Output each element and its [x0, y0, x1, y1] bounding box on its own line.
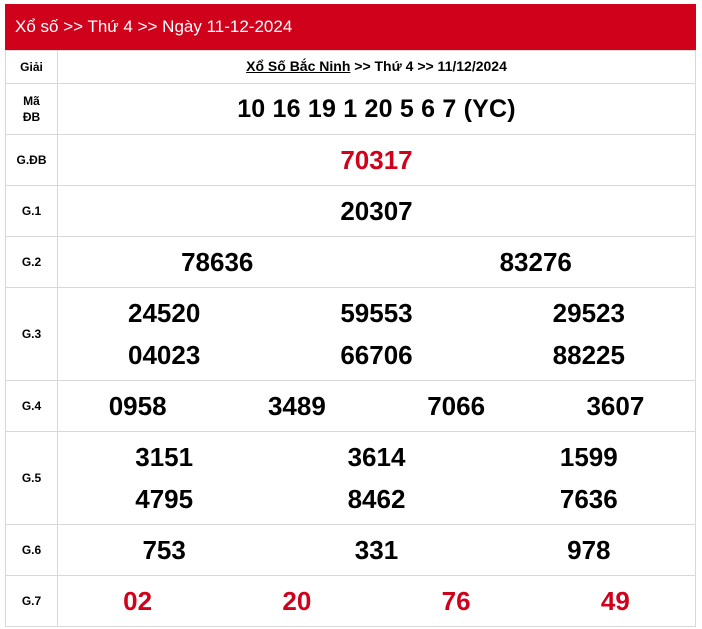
table-row-g7: G.7 02 20 76 49	[5, 575, 696, 627]
prize-number: 978	[567, 535, 611, 565]
prize-number: 88225	[552, 340, 625, 370]
prize-label-gdb: G.ĐB	[5, 134, 58, 186]
prize-number: 3614	[347, 442, 406, 472]
prize-number: 29523	[552, 298, 625, 328]
table-row-g5: G.5 3151 3614 1599 4795 8462 7636	[5, 431, 696, 525]
table-row-gdb: G.ĐB 70317	[5, 134, 696, 186]
prize-number: 1599	[559, 442, 618, 472]
lottery-result-panel: Xổ số >> Thứ 4 >> Ngày 11-12-2024 Giải X…	[5, 4, 696, 627]
prize-number: 78636	[181, 247, 254, 277]
prize-number: 76	[441, 586, 471, 616]
prize-number: 49	[600, 586, 630, 616]
prize-label-g3: G.3	[5, 287, 58, 381]
table-row-g4: G.4 0958 3489 7066 3607	[5, 380, 696, 432]
prize-number: 04023	[128, 340, 201, 370]
prize-label-g5: G.5	[5, 431, 58, 525]
special-prize-number: 70317	[340, 145, 413, 175]
prize-number: 20	[282, 586, 312, 616]
prize-number: 24520	[128, 298, 201, 328]
table-row-g2: G.2 78636 83276	[5, 236, 696, 288]
prize-number: 753	[142, 535, 186, 565]
table-row-g1: G.1 20307	[5, 185, 696, 237]
prize-label-g2: G.2	[5, 236, 58, 288]
prize-number: 20307	[340, 196, 413, 226]
table-row-g3: G.3 24520 59553 29523 04023 66706 88225	[5, 287, 696, 381]
table-row-title: Giải Xổ Số Bắc Ninh >> Thứ 4 >> 11/12/20…	[5, 50, 696, 84]
prize-number: 7636	[559, 484, 618, 514]
prize-number: 83276	[499, 247, 572, 277]
panel-header: Xổ số >> Thứ 4 >> Ngày 11-12-2024	[5, 4, 696, 50]
prize-label-g6: G.6	[5, 524, 58, 576]
table-row-g6: G.6 753 331 978	[5, 524, 696, 576]
prize-number: 59553	[340, 298, 413, 328]
prize-number: 3151	[135, 442, 194, 472]
ma-db-value: 10 16 19 1 20 5 6 7 (YC)	[237, 94, 516, 123]
prize-number: 331	[354, 535, 399, 565]
prize-number: 3607	[586, 391, 645, 421]
prize-number: 3489	[267, 391, 326, 421]
result-table: Giải Xổ Số Bắc Ninh >> Thứ 4 >> 11/12/20…	[5, 50, 696, 627]
prize-number: 4795	[135, 484, 194, 514]
prize-number: 8462	[347, 484, 406, 514]
prize-label-g1: G.1	[5, 185, 58, 237]
prize-number: 02	[123, 586, 153, 616]
table-row-ma-db: Mã ĐB 10 16 19 1 20 5 6 7 (YC)	[5, 83, 696, 135]
bac-ninh-link[interactable]: Xổ Số Bắc Ninh	[246, 58, 350, 74]
title-date-text: >> Thứ 4 >> 11/12/2024	[350, 58, 507, 74]
prize-label-g7: G.7	[5, 575, 58, 627]
prize-label-g4: G.4	[5, 380, 58, 432]
prize-number: 66706	[340, 340, 413, 370]
prize-label-ma-db: Mã ĐB	[5, 83, 58, 135]
prize-number: 0958	[108, 391, 167, 421]
result-title: Xổ Số Bắc Ninh >> Thứ 4 >> 11/12/2024	[246, 58, 507, 74]
prize-label-header: Giải	[5, 50, 58, 84]
prize-number: 7066	[427, 391, 486, 421]
